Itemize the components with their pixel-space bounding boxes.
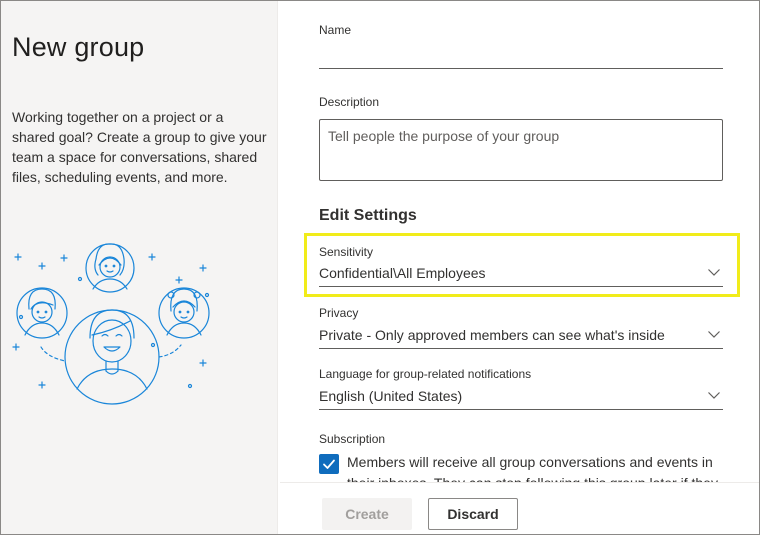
intro-text: Working together on a project or a share… <box>12 109 267 185</box>
sensitivity-value: Confidential\All Employees <box>319 265 486 281</box>
avatar-right <box>158 287 210 339</box>
name-input[interactable] <box>319 39 723 69</box>
discard-button[interactable]: Discard <box>428 498 518 530</box>
avatar-center <box>64 309 160 405</box>
avatar-left <box>16 287 68 339</box>
avatar-top <box>85 243 135 293</box>
description-label: Description <box>319 95 380 109</box>
language-label: Language for group-related notifications <box>319 367 532 381</box>
page-title: New group <box>12 32 145 62</box>
sensitivity-label: Sensitivity <box>319 245 374 259</box>
people-group-illustration <box>12 243 210 405</box>
info-panel: New group Working together on a project … <box>1 1 278 534</box>
sensitivity-dropdown[interactable]: Confidential\All Employees <box>319 263 723 287</box>
privacy-label: Privacy <box>319 306 359 320</box>
edit-settings-heading: Edit Settings <box>319 207 417 224</box>
subscription-label: Subscription <box>319 432 386 446</box>
language-dropdown[interactable]: English (United States) <box>319 386 723 410</box>
name-label: Name <box>319 23 352 37</box>
chevron-down-icon <box>708 269 720 276</box>
chevron-down-icon <box>708 392 720 399</box>
language-value: English (United States) <box>319 388 463 404</box>
new-group-panel: New group Working together on a project … <box>0 0 760 535</box>
checkmark-icon <box>323 459 335 469</box>
privacy-dropdown[interactable]: Private - Only approved members can see … <box>319 325 723 349</box>
privacy-value: Private - Only approved members can see … <box>319 327 665 343</box>
create-button[interactable]: Create <box>322 498 412 530</box>
chevron-down-icon <box>708 331 720 338</box>
subscription-checkbox[interactable] <box>319 454 339 474</box>
description-textarea[interactable] <box>319 119 723 181</box>
